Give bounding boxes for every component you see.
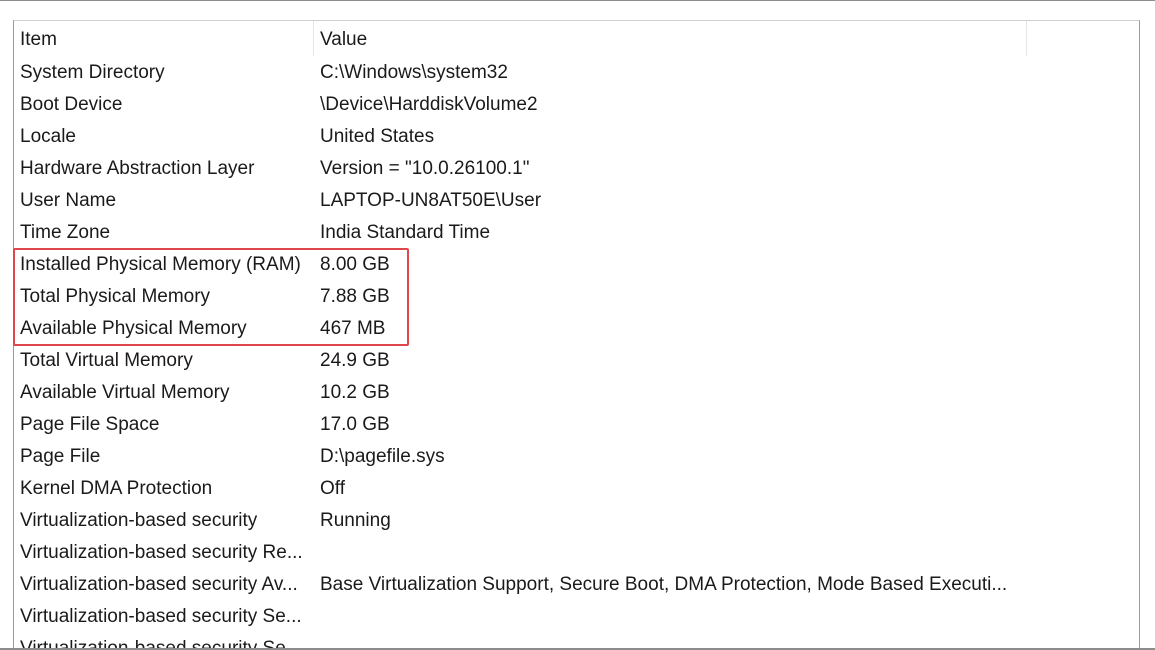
value-cell: C:\Windows\system32 xyxy=(320,62,508,83)
item-cell: Virtualization-based security Av... xyxy=(20,574,298,595)
item-cell: Kernel DMA Protection xyxy=(20,478,213,499)
value-cell: Base Virtualization Support, Secure Boot… xyxy=(320,574,1008,595)
table-row[interactable]: Installed Physical Memory (RAM) 8.00 GB xyxy=(14,249,1139,281)
item-cell: Available Virtual Memory xyxy=(20,382,230,403)
value-cell: \Device\HarddiskVolume2 xyxy=(320,94,538,115)
value-cell: India Standard Time xyxy=(320,222,491,243)
table-row[interactable]: User Name LAPTOP-UN8AT50E\User xyxy=(14,185,1139,217)
list-rows: System Directory C:\Windows\system32 Boo… xyxy=(14,57,1139,649)
value-cell: Off xyxy=(320,478,345,499)
item-cell: Virtualization-based security Se... xyxy=(20,638,302,649)
value-cell: 7.88 GB xyxy=(320,286,390,307)
system-summary-list[interactable]: Item Value System Directory C:\Windows\s… xyxy=(13,20,1140,649)
table-row[interactable]: Virtualization-based security Re... xyxy=(14,537,1139,569)
item-cell: Installed Physical Memory (RAM) xyxy=(20,254,301,275)
value-cell: 10.2 GB xyxy=(320,382,390,403)
value-cell: 8.00 GB xyxy=(320,254,390,275)
table-row[interactable]: Virtualization-based security Se... xyxy=(14,601,1139,633)
item-cell: Virtualization-based security Se... xyxy=(20,606,302,627)
value-cell: 17.0 GB xyxy=(320,414,390,435)
table-row[interactable]: Boot Device \Device\HarddiskVolume2 xyxy=(14,89,1139,121)
list-header: Item Value xyxy=(14,21,1139,56)
table-row[interactable]: Time Zone India Standard Time xyxy=(14,217,1139,249)
table-row[interactable]: System Directory C:\Windows\system32 xyxy=(14,57,1139,89)
table-row[interactable]: Page File Space 17.0 GB xyxy=(14,409,1139,441)
item-cell: System Directory xyxy=(20,62,165,83)
value-cell: 467 MB xyxy=(320,318,386,339)
table-row[interactable]: Total Virtual Memory 24.9 GB xyxy=(14,345,1139,377)
table-row[interactable]: Virtualization-based security Av... Base… xyxy=(14,569,1139,601)
table-row[interactable]: Available Physical Memory 467 MB xyxy=(14,313,1139,345)
item-cell: Virtualization-based security Re... xyxy=(20,542,303,563)
value-cell: LAPTOP-UN8AT50E\User xyxy=(320,190,542,211)
table-row[interactable]: Hardware Abstraction Layer Version = "10… xyxy=(14,153,1139,185)
value-cell: United States xyxy=(320,126,435,147)
item-cell: Page File xyxy=(20,446,101,467)
column-divider[interactable] xyxy=(1026,21,1027,56)
item-cell: Hardware Abstraction Layer xyxy=(20,158,255,179)
item-cell: Virtualization-based security xyxy=(20,510,258,531)
value-cell: Running xyxy=(320,510,391,531)
table-row[interactable]: Kernel DMA Protection Off xyxy=(14,473,1139,505)
column-header-value[interactable]: Value xyxy=(314,21,1027,56)
table-row[interactable]: Locale United States xyxy=(14,121,1139,153)
item-cell: Time Zone xyxy=(20,222,111,243)
table-row[interactable]: Total Physical Memory 7.88 GB xyxy=(14,281,1139,313)
item-cell: Available Physical Memory xyxy=(20,318,247,339)
column-header-item[interactable]: Item xyxy=(14,21,314,56)
system-information-window: Item Value System Directory C:\Windows\s… xyxy=(0,0,1155,650)
item-cell: Locale xyxy=(20,126,76,147)
item-cell: Total Physical Memory xyxy=(20,286,211,307)
item-cell: Page File Space xyxy=(20,414,160,435)
table-row[interactable]: Page File D:\pagefile.sys xyxy=(14,441,1139,473)
item-cell: User Name xyxy=(20,190,117,211)
item-cell: Boot Device xyxy=(20,94,123,115)
window-top-border xyxy=(0,0,1155,1)
table-row[interactable]: Available Virtual Memory 10.2 GB xyxy=(14,377,1139,409)
value-cell: Version = "10.0.26100.1" xyxy=(320,158,530,179)
value-cell: 24.9 GB xyxy=(320,350,390,371)
item-cell: Total Virtual Memory xyxy=(20,350,193,371)
value-cell: D:\pagefile.sys xyxy=(320,446,445,467)
table-row[interactable]: Virtualization-based security Se... xyxy=(14,633,1139,649)
table-row[interactable]: Virtualization-based security Running xyxy=(14,505,1139,537)
